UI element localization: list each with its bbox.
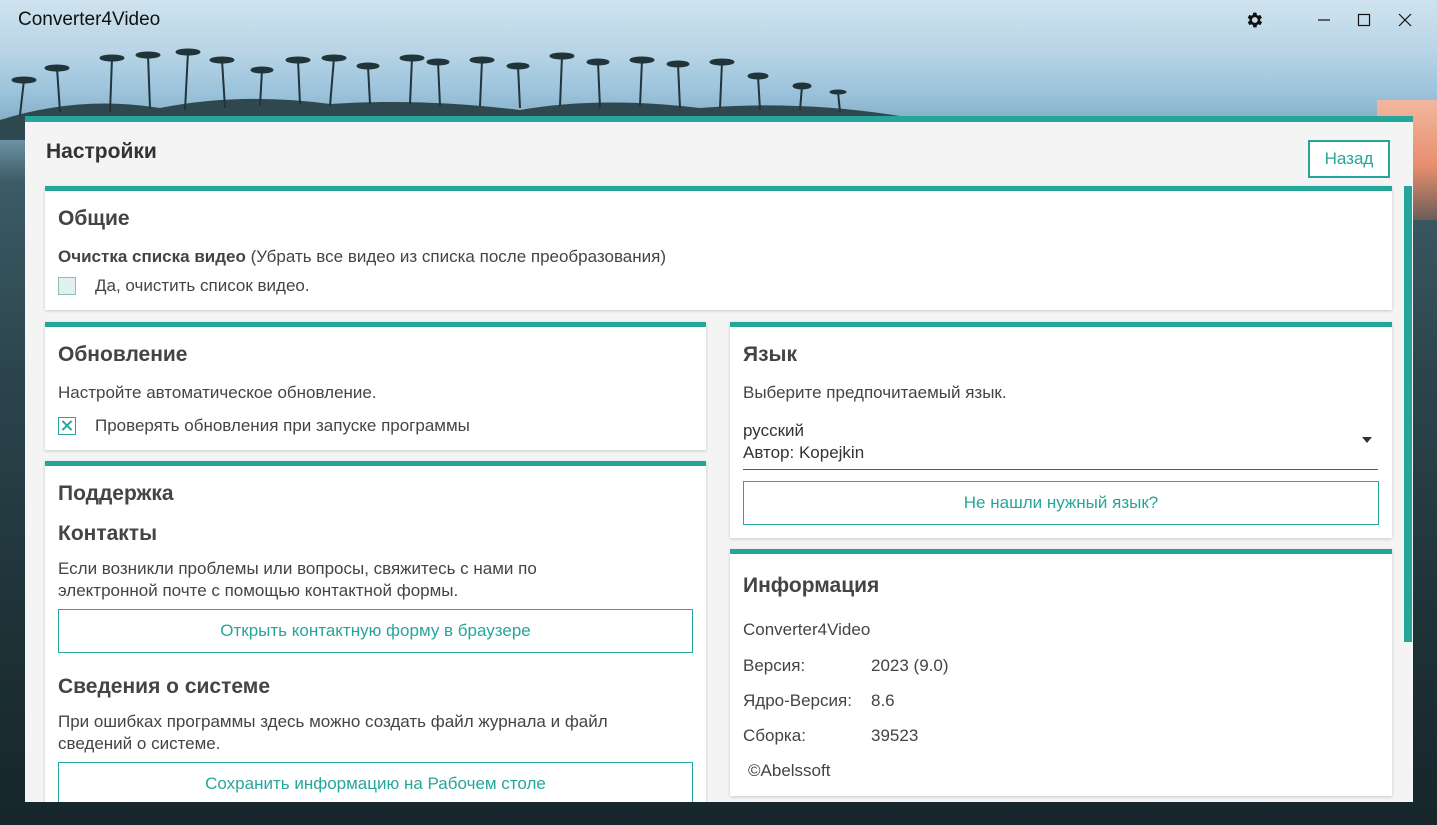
update-description: Настройте автоматическое обновление. [58,383,377,402]
build-label: Сборка: [743,726,806,745]
gear-icon [1247,12,1263,28]
contacts-text-line-2: электронной почте с помощью контактной ф… [58,581,459,600]
general-card: Общие Очистка списка видео (Убрать все в… [45,186,1392,310]
close-button[interactable] [1387,6,1423,34]
clear-list-checkbox[interactable] [58,277,76,295]
language-select[interactable]: русский Автор: Kopejkin [743,421,1378,470]
system-info-text-line-2: сведений о системе. [58,734,221,753]
system-info-text-line-1: При ошибках программы здесь можно создат… [58,712,608,731]
title-bar: Converter4Video [0,0,1437,40]
back-button[interactable]: Назад [1308,140,1390,178]
settings-panel: Настройки Назад Общие Очистка списка вид… [25,116,1413,802]
contacts-title: Контакты [58,522,158,545]
settings-button[interactable] [1236,6,1272,34]
info-title: Информация [743,574,880,597]
copyright: ©Abelssoft [748,761,831,780]
update-title: Обновление [58,343,188,366]
app-title: Converter4Video [18,9,161,30]
maximize-icon [1357,13,1371,27]
support-title: Поддержка [58,482,174,505]
minimize-icon [1318,19,1330,21]
close-icon [1398,13,1412,27]
language-description: Выберите предпочитаемый язык. [743,383,1007,402]
version-value: 2023 (9.0) [871,656,949,675]
clear-list-hint: (Убрать все видео из списка после преобр… [245,247,666,266]
scrollbar-thumb[interactable] [1404,186,1412,642]
page-title: Настройки [46,140,157,163]
clear-list-checkbox-label[interactable]: Да, очистить список видео. [95,275,310,297]
version-label: Версия: [743,656,806,675]
open-contact-form-button[interactable]: Открыть контактную форму в браузере [58,609,693,653]
general-title: Общие [58,207,130,230]
dropdown-arrow-icon [1362,437,1372,443]
contacts-text-line-1: Если возникли проблемы или вопросы, свяж… [58,559,537,578]
clear-list-description: Очистка списка видео (Убрать все видео и… [58,246,666,268]
maximize-button[interactable] [1346,6,1382,34]
language-select-author: Автор: Kopejkin [743,443,865,462]
build-value: 39523 [871,726,919,745]
core-version-value: 8.6 [871,691,895,710]
save-system-info-button[interactable]: Сохранить информацию на Рабочем столе [58,762,693,802]
language-select-value: русский [743,421,805,440]
minimize-button[interactable] [1306,6,1342,34]
product-name: Converter4Video [743,620,871,639]
update-card: Обновление Настройте автоматическое обно… [45,322,706,450]
system-info-title: Сведения о системе [58,675,270,698]
language-title: Язык [743,343,797,366]
support-card: Поддержка Контакты Если возникли проблем… [45,461,706,802]
core-version-label: Ядро-Версия: [743,691,852,710]
info-card: Информация Converter4Video Версия: 2023 … [730,549,1392,796]
missing-language-button[interactable]: Не нашли нужный язык? [743,481,1379,525]
check-updates-label[interactable]: Проверять обновления при запуске програм… [95,415,470,437]
language-card: Язык Выберите предпочитаемый язык. русск… [730,322,1392,538]
clear-list-label: Очистка списка видео [58,247,246,266]
check-updates-checkbox[interactable] [58,417,76,435]
